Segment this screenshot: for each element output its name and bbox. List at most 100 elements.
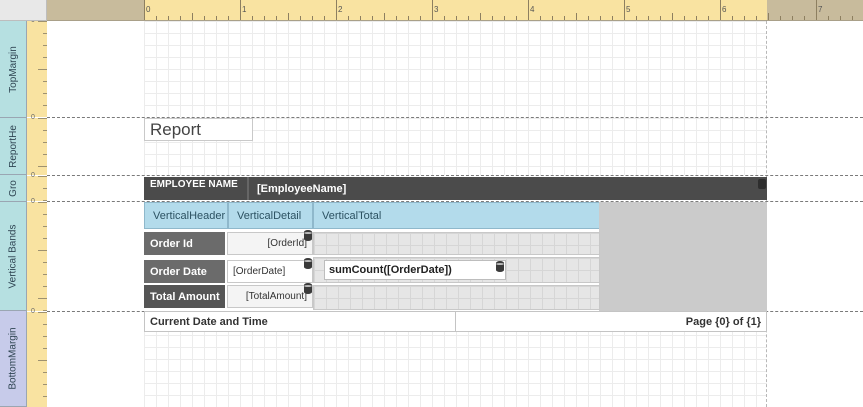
band-label-text: TopMargin [7, 45, 19, 93]
vertical-detail-band[interactable]: VerticalDetail [228, 202, 313, 229]
database-icon [304, 230, 312, 241]
resize-handle-icon[interactable] [758, 179, 766, 189]
ruler-number: 4 [530, 5, 535, 14]
order-id-field[interactable]: [OrderId] [227, 232, 313, 255]
ruler-minor-tick [288, 13, 289, 20]
ruler-number: 1 [242, 5, 247, 14]
ruler-minor-tick [600, 16, 601, 20]
ruler-minor-tick [180, 16, 181, 20]
band-label-vertical-bands[interactable]: Vertical Bands [0, 202, 27, 311]
ruler-minor-tick [360, 16, 361, 20]
ruler-tick [38, 298, 47, 299]
top-margin-grid [144, 21, 767, 117]
design-surface[interactable]: Report EMPLOYEE NAME [EmployeeName] Vert… [47, 21, 863, 407]
ruler-corner [0, 0, 47, 21]
ruler-major-tick [720, 0, 721, 20]
band-label-report-header[interactable]: ReportHe [0, 118, 27, 175]
vertical-header-band[interactable]: VerticalHeader [144, 202, 228, 229]
ruler-minor-tick [564, 16, 565, 20]
horizontal-ruler: 0 1 2 3 4 5 6 7 [47, 0, 863, 21]
database-icon [496, 261, 504, 272]
ruler-major-tick [144, 0, 145, 20]
ruler-number: 5 [626, 5, 631, 14]
ruler-minor-tick [408, 16, 409, 20]
ruler-minor-tick [228, 16, 229, 20]
ruler-major-tick [528, 0, 529, 20]
row-label-total-amount[interactable]: Total Amount [144, 285, 225, 308]
ruler-tick [38, 250, 47, 251]
ruler-number: 7 [818, 5, 823, 14]
ruler-minor-tick [540, 16, 541, 20]
vertical-total-band[interactable]: VerticalTotal [313, 202, 600, 229]
ruler-minor-tick [780, 16, 781, 20]
ruler-minor-tick [852, 16, 853, 20]
ruler-minor-tick [324, 16, 325, 20]
ruler-minor-tick [204, 16, 205, 20]
vertical-bands-empty-area [599, 202, 767, 311]
ruler-number: 0 [31, 308, 35, 315]
ruler-minor-tick [348, 16, 349, 20]
row-label-order-date[interactable]: Order Date [144, 260, 225, 283]
ruler-minor-tick [684, 16, 685, 20]
ruler-tick [38, 21, 47, 22]
ruler-minor-tick [792, 16, 793, 20]
ruler-tick [38, 166, 47, 167]
ruler-tick [38, 69, 47, 70]
ruler-minor-tick [192, 13, 193, 20]
ruler-minor-tick [612, 16, 613, 20]
vertical-total-cell[interactable] [313, 232, 600, 255]
ruler-minor-tick [588, 16, 589, 20]
employee-name-field[interactable]: [EmployeeName] [247, 177, 767, 200]
ruler-tick [38, 360, 47, 361]
current-date-time-field[interactable]: Current Date and Time [144, 311, 456, 332]
ruler-minor-tick [516, 16, 517, 20]
ruler-tick [38, 118, 47, 119]
ruler-minor-tick [420, 16, 421, 20]
band-label-bottom-margin[interactable]: BottomMargin [0, 311, 27, 407]
ruler-minor-tick [648, 16, 649, 20]
employee-name-caption[interactable]: EMPLOYEE NAME [144, 177, 245, 200]
page-number-field[interactable]: Page {0} of {1} [455, 311, 767, 332]
ruler-minor-tick [444, 16, 445, 20]
ruler-minor-tick [576, 13, 577, 20]
ruler-number: 2 [338, 5, 343, 14]
ruler-number: 0 [31, 198, 35, 205]
ruler-minor-tick [300, 16, 301, 20]
ruler-minor-tick [756, 16, 757, 20]
report-title-label[interactable]: Report [144, 118, 253, 141]
ruler-number: 3 [434, 5, 439, 14]
ruler-minor-tick [840, 16, 841, 20]
sum-count-field[interactable]: sumCount([OrderDate]) [324, 260, 506, 280]
ruler-number: 0 [31, 21, 35, 24]
total-amount-field[interactable]: [TotalAmount] [227, 285, 313, 308]
band-label-text: Gro [7, 179, 19, 197]
band-label-top-margin[interactable]: TopMargin [0, 21, 27, 118]
database-icon [304, 258, 312, 269]
ruler-minor-tick [696, 16, 697, 20]
ruler-minor-tick [312, 16, 313, 20]
ruler-minor-tick [156, 16, 157, 20]
vertical-ruler: 0 0 0 0 0 [27, 21, 47, 407]
ruler-minor-tick [732, 16, 733, 20]
ruler-minor-tick [744, 16, 745, 20]
ruler-minor-tick [636, 16, 637, 20]
ruler-minor-tick [468, 16, 469, 20]
ruler-minor-tick [456, 16, 457, 20]
ruler-minor-tick [804, 16, 805, 20]
row-label-order-id[interactable]: Order Id [144, 232, 225, 255]
ruler-minor-tick [492, 16, 493, 20]
band-label-text: Vertical Bands [7, 224, 19, 288]
ruler-major-tick [240, 0, 241, 20]
ruler-major-tick [816, 0, 817, 20]
vertical-total-cell[interactable] [313, 285, 600, 310]
ruler-minor-tick [372, 16, 373, 20]
ruler-major-tick [624, 0, 625, 20]
ruler-minor-tick [672, 13, 673, 20]
ruler-minor-tick [480, 13, 481, 20]
database-icon [304, 283, 312, 294]
ruler-number: 0 [31, 172, 35, 179]
band-label-group-header[interactable]: Gro [0, 175, 27, 202]
ruler-minor-tick [384, 13, 385, 20]
ruler-major-tick [336, 0, 337, 20]
order-date-field[interactable]: [OrderDate] [227, 260, 313, 283]
